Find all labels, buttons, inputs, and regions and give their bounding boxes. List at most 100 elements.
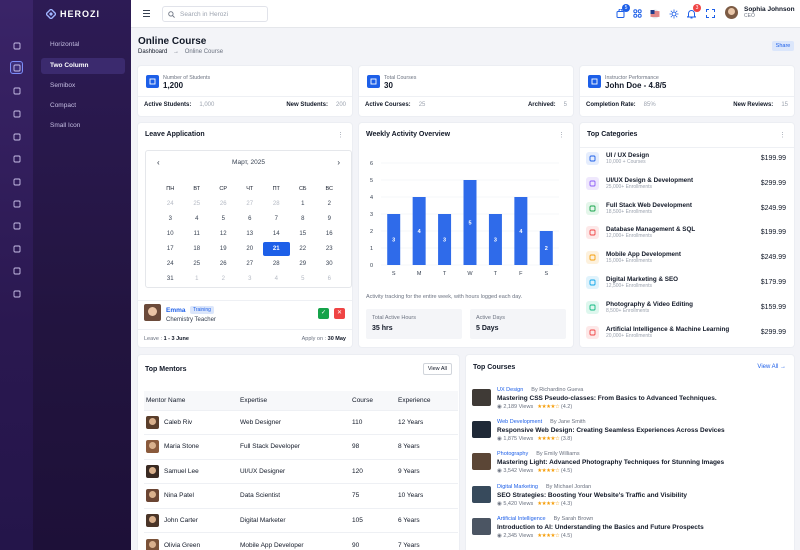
terminal-icon[interactable]	[10, 264, 23, 277]
calendar-day[interactable]: 4	[263, 276, 290, 282]
course-title[interactable]: Mastering Light: Advanced Photography Te…	[497, 459, 724, 466]
table-row[interactable]: John Carter Digital Marketer 105 6 Years	[144, 507, 458, 533]
calendar-day[interactable]: 13	[237, 231, 264, 237]
reject-button[interactable]: ✕	[334, 308, 345, 319]
calendar-day[interactable]: 28	[263, 261, 290, 267]
map-icon[interactable]	[10, 242, 23, 255]
course-item[interactable]: Photography By Emily Williams Mastering Li…	[472, 451, 792, 479]
user-menu[interactable]: Sophia Johnson CEO	[725, 6, 795, 19]
more-options-icon[interactable]: ⋮	[558, 131, 565, 139]
calendar-day[interactable]: 23	[316, 246, 343, 252]
calendar-day[interactable]: 24	[157, 261, 184, 267]
calendar-day[interactable]: 20	[237, 246, 264, 252]
calendar-day[interactable]: 10	[157, 231, 184, 237]
calendar-day[interactable]: 28	[263, 201, 290, 207]
approve-button[interactable]: ✓	[318, 308, 329, 319]
calendar-day[interactable]: 25	[184, 261, 211, 267]
calendar-day[interactable]: 6	[237, 216, 264, 222]
category-item[interactable]: Mobile App Development 15,000+ Enrollment…	[586, 251, 786, 265]
calendar-day[interactable]: 26	[210, 261, 237, 267]
table-row[interactable]: Maria Stone Full Stack Developer 98 8 Years	[144, 434, 458, 459]
calendar-day[interactable]: 5	[290, 276, 317, 282]
language-flag-icon[interactable]	[649, 8, 660, 19]
calendar-day[interactable]: 8	[290, 216, 317, 222]
calendar-day[interactable]: 18	[184, 246, 211, 252]
calendar-day[interactable]: 24	[157, 201, 184, 207]
course-item[interactable]: Artificial Intelligence By Sarah Brown Int…	[472, 516, 792, 544]
calendar-day[interactable]: 2	[316, 201, 343, 207]
fullscreen-icon[interactable]	[705, 8, 716, 19]
calendar-day[interactable]: 16	[316, 231, 343, 237]
course-title[interactable]: SEO Strategies: Boosting Your Website's …	[497, 492, 687, 499]
calendar-day[interactable]: 12	[210, 231, 237, 237]
category-item[interactable]: Database Management & SQL 12,000+ Enrollm…	[586, 226, 786, 240]
calendar-day[interactable]: 25	[184, 201, 211, 207]
breadcrumb-root[interactable]: Dashboard	[138, 49, 167, 55]
category-item[interactable]: Digital Marketing & SEO 12,500+ Enrollmen…	[586, 276, 786, 289]
calendar-day[interactable]: 21	[263, 241, 290, 256]
calendar-day[interactable]: 1	[184, 276, 211, 282]
notification-bell-icon[interactable]: 3	[686, 4, 701, 19]
category-item[interactable]: UI/UX Design & Development 25,000+ Enroll…	[586, 176, 786, 190]
calendar-icon[interactable]	[10, 152, 23, 165]
calendar-day[interactable]: 11	[184, 231, 211, 237]
more-options-icon[interactable]: ⋮	[779, 131, 786, 139]
calendar-day[interactable]: 19	[210, 246, 237, 252]
calendar-day[interactable]: 30	[316, 261, 343, 267]
course-item[interactable]: UX Design By Richardino Gueva Mastering CS…	[472, 387, 792, 415]
calendar-day[interactable]: 27	[237, 261, 264, 267]
course-item[interactable]: Digital Marketing By Michael Jordan SEO St…	[472, 484, 792, 512]
course-category[interactable]: Digital Marketing	[497, 484, 538, 490]
sidebar-item-horizontal[interactable]: Horizontal	[41, 37, 125, 53]
calendar-day[interactable]: 15	[290, 231, 317, 237]
calendar-day[interactable]: 29	[290, 261, 317, 267]
view-all-mentors-button[interactable]: View All	[422, 363, 452, 375]
calendar-day[interactable]: 9	[316, 216, 343, 222]
table-row[interactable]: Olivia Green Mobile App Developer 90 7 Year…	[144, 532, 458, 550]
table-row[interactable]: Nina Patel Data Scientist 75 10 Years	[144, 483, 458, 508]
calendar-day[interactable]: 31	[157, 276, 184, 282]
users-icon[interactable]	[10, 287, 23, 300]
megaphone-icon[interactable]	[10, 175, 23, 188]
calendar-day[interactable]: 4	[184, 216, 211, 222]
calendar-day[interactable]: 22	[290, 246, 317, 252]
course-title[interactable]: Responsive Web Design: Creating Seamless…	[497, 427, 725, 434]
table-row[interactable]: Samuel Lee UI/UX Designer 120 9 Years	[144, 458, 458, 484]
next-month-icon[interactable]: ›	[337, 158, 340, 167]
category-item[interactable]: Full Stack Web Development 18,500+ Enroll…	[586, 201, 786, 215]
theme-sun-icon[interactable]	[668, 8, 679, 19]
category-item[interactable]: Artificial Intelligence & Machine Learni…	[586, 325, 786, 339]
table-icon[interactable]	[10, 197, 23, 210]
calendar-day[interactable]: 27	[237, 201, 264, 207]
brand-logo[interactable]: HEROZI	[0, 0, 131, 28]
calendar-day[interactable]: 5	[210, 216, 237, 222]
menu-toggle-icon[interactable]	[143, 10, 150, 17]
course-category[interactable]: Photography	[497, 451, 528, 457]
sidebar-item-semibox[interactable]: Semibox	[41, 78, 125, 94]
more-options-icon[interactable]: ⋮	[337, 131, 344, 139]
calendar-day[interactable]: 3	[237, 276, 264, 282]
course-title[interactable]: Introduction to AI: Understanding the Ba…	[497, 524, 704, 531]
calendar-day[interactable]: 6	[316, 276, 343, 282]
category-item[interactable]: Photography & Video Editing 8,500+ Enroll…	[586, 300, 786, 314]
view-all-courses-link[interactable]: View All →	[757, 364, 786, 370]
sidebar-item-compact[interactable]: Compact	[41, 98, 125, 114]
calendar-day[interactable]: 2	[210, 276, 237, 282]
calendar-day[interactable]: 7	[263, 216, 290, 222]
table-row[interactable]: Caleb Riv Web Designer 110 12 Years	[144, 409, 458, 435]
course-category[interactable]: UX Design	[497, 387, 523, 393]
sidebar-item-small-icon[interactable]: Small Icon	[41, 118, 125, 134]
calendar-day[interactable]: 3	[157, 216, 184, 222]
home-icon[interactable]	[10, 39, 23, 52]
grid-icon[interactable]	[10, 84, 23, 97]
calendar-day[interactable]: 1	[290, 201, 317, 207]
calendar-day[interactable]: 14	[263, 231, 290, 237]
layers-icon[interactable]	[10, 107, 23, 120]
course-category[interactable]: Web Development	[497, 419, 542, 425]
category-item[interactable]: UI / UX Design 10,000 + Courses $199.99	[586, 152, 786, 165]
cart-icon[interactable]: 5	[615, 4, 630, 19]
course-category[interactable]: Artificial Intelligence	[497, 516, 546, 522]
calendar-day[interactable]: 26	[210, 201, 237, 207]
course-title[interactable]: Mastering CSS Pseudo-classes: From Basic…	[497, 395, 717, 402]
bell-icon[interactable]	[10, 130, 23, 143]
